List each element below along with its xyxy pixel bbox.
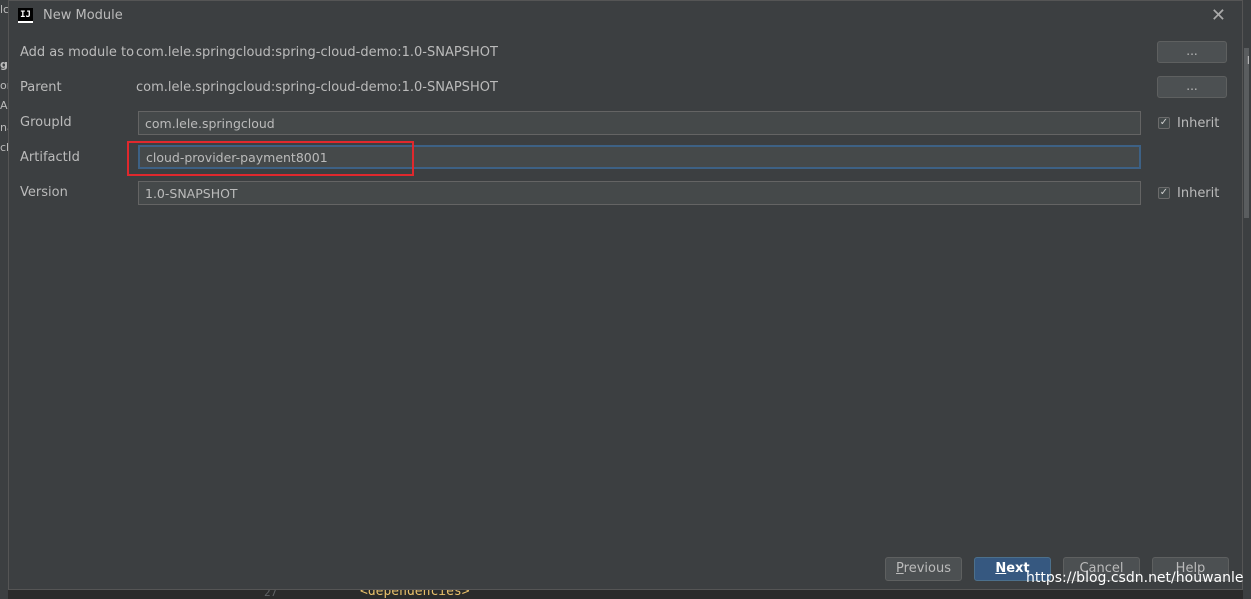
previous-mnemonic: P xyxy=(896,561,904,576)
new-module-dialog: IJ New Module ✕ Add as module to com.lel… xyxy=(8,0,1243,590)
parent-value: com.lele.springcloud:spring-cloud-demo:1… xyxy=(136,80,498,95)
version-label: Version xyxy=(20,185,68,200)
close-icon[interactable]: ✕ xyxy=(1211,5,1226,26)
ide-fragment-text: g xyxy=(0,58,8,71)
inherit-label: Inherit xyxy=(1177,115,1220,131)
watermark-text: https://blog.csdn.net/houwanle xyxy=(1026,570,1244,586)
ide-editor-strip xyxy=(8,590,1243,599)
previous-label: revious xyxy=(903,561,951,576)
inherit-label: Inherit xyxy=(1177,185,1220,201)
checkbox-check-icon[interactable]: ✓ xyxy=(1158,117,1170,129)
intellij-app-icon: IJ xyxy=(18,8,33,23)
groupid-inherit-checkbox[interactable]: ✓ Inherit xyxy=(1158,115,1219,131)
dialog-title: New Module xyxy=(43,8,123,23)
dialog-titlebar[interactable]: IJ New Module ✕ xyxy=(9,1,1242,31)
version-field[interactable] xyxy=(138,181,1141,205)
groupid-label: GroupId xyxy=(20,115,72,130)
ide-scrollbar[interactable] xyxy=(1244,48,1249,218)
ide-fragment-text: I xyxy=(1246,54,1250,67)
parent-browse-button[interactable]: ... xyxy=(1157,76,1227,98)
add-as-module-label: Add as module to xyxy=(20,45,135,60)
ide-fragment-text: A xyxy=(0,99,8,112)
next-mnemonic: N xyxy=(995,561,1007,576)
ide-right-strip xyxy=(1243,0,1251,599)
groupid-field[interactable] xyxy=(138,111,1141,135)
add-as-module-value: com.lele.springcloud:spring-cloud-demo:1… xyxy=(136,45,498,60)
checkbox-check-icon[interactable]: ✓ xyxy=(1158,187,1170,199)
previous-button[interactable]: Previous xyxy=(885,557,962,581)
version-inherit-checkbox[interactable]: ✓ Inherit xyxy=(1158,185,1219,201)
parent-label: Parent xyxy=(20,80,62,95)
artifactid-field[interactable] xyxy=(138,145,1141,169)
add-as-module-browse-button[interactable]: ... xyxy=(1157,41,1227,63)
artifactid-label: ArtifactId xyxy=(20,150,80,165)
